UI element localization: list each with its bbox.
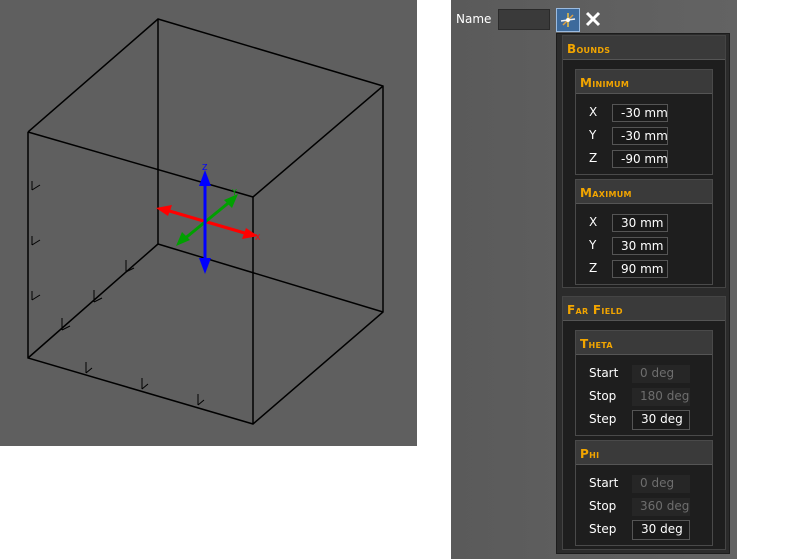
maximum-group: Maximum X 30 mm Y 30 mm Z 90 mm	[575, 179, 713, 285]
theta-title: Theta	[580, 337, 613, 351]
far-field-title: Far Field	[567, 303, 623, 317]
theta-step-field[interactable]: 30 deg	[632, 410, 690, 430]
far-field-header[interactable]: Far Field	[563, 297, 725, 321]
max-y-field[interactable]: 30 mm	[612, 237, 668, 255]
scene-canvas[interactable]: X Y Z	[0, 0, 417, 446]
minimum-group: Minimum X -30 mm Y -30 mm Z -90 mm	[575, 69, 713, 175]
name-label: Name	[456, 12, 492, 26]
close-button[interactable]	[582, 8, 606, 32]
phi-group: Phi Start 0 deg Stop 360 deg Step 30 deg	[575, 440, 713, 546]
min-x-field[interactable]: -30 mm	[612, 104, 668, 122]
transform-button[interactable]	[556, 8, 580, 32]
properties-panel: Bounds Minimum X -30 mm Y -30 mm Z -90 m…	[556, 33, 730, 554]
phi-header[interactable]: Phi	[576, 441, 712, 465]
3d-viewport[interactable]: X Y Z	[0, 0, 417, 446]
theta-start-label: Start	[589, 366, 619, 380]
minimum-title: Minimum	[580, 76, 630, 90]
max-x-field[interactable]: 30 mm	[612, 214, 668, 232]
theta-stop-label: Stop	[589, 389, 617, 403]
max-y-label: Y	[589, 238, 597, 252]
x-axis-arrow[interactable]: X	[156, 205, 261, 242]
min-y-label: Y	[589, 128, 597, 142]
phi-stop-label: Stop	[589, 499, 617, 513]
z-axis-label: Z	[202, 163, 208, 172]
theta-start-field: 0 deg	[632, 365, 690, 383]
maximum-title: Maximum	[580, 186, 632, 200]
max-z-label: Z	[589, 261, 598, 275]
theta-step-label: Step	[589, 412, 617, 426]
phi-step-label: Step	[589, 522, 617, 536]
phi-step-field[interactable]: 30 deg	[632, 520, 690, 540]
bounds-title: Bounds	[567, 42, 611, 56]
phi-title: Phi	[580, 447, 600, 461]
x-axis-label: X	[255, 233, 261, 242]
maximum-header[interactable]: Maximum	[576, 180, 712, 204]
min-z-field[interactable]: -90 mm	[612, 150, 668, 168]
name-input[interactable]	[498, 9, 550, 30]
phi-stop-field: 360 deg	[632, 498, 690, 516]
max-z-field[interactable]: 90 mm	[612, 260, 668, 278]
close-icon	[585, 11, 601, 27]
min-z-label: Z	[589, 151, 598, 165]
min-y-field[interactable]: -30 mm	[612, 127, 668, 145]
theta-group: Theta Start 0 deg Stop 180 deg Step 30 d…	[575, 330, 713, 436]
phi-start-field: 0 deg	[632, 475, 690, 493]
bounds-header[interactable]: Bounds	[563, 36, 725, 60]
phi-start-label: Start	[589, 476, 619, 490]
y-axis-label: Y	[231, 188, 237, 197]
transform-gizmo[interactable]: X Y Z	[156, 163, 261, 274]
min-x-label: X	[589, 105, 598, 119]
far-field-section: Far Field Theta Start 0 deg Stop 180 deg…	[562, 296, 726, 550]
bounds-section: Bounds Minimum X -30 mm Y -30 mm Z -90 m…	[562, 35, 726, 288]
theta-stop-field: 180 deg	[632, 388, 690, 406]
transform-icon	[560, 13, 576, 27]
minimum-header[interactable]: Minimum	[576, 70, 712, 94]
max-x-label: X	[589, 215, 598, 229]
theta-header[interactable]: Theta	[576, 331, 712, 355]
